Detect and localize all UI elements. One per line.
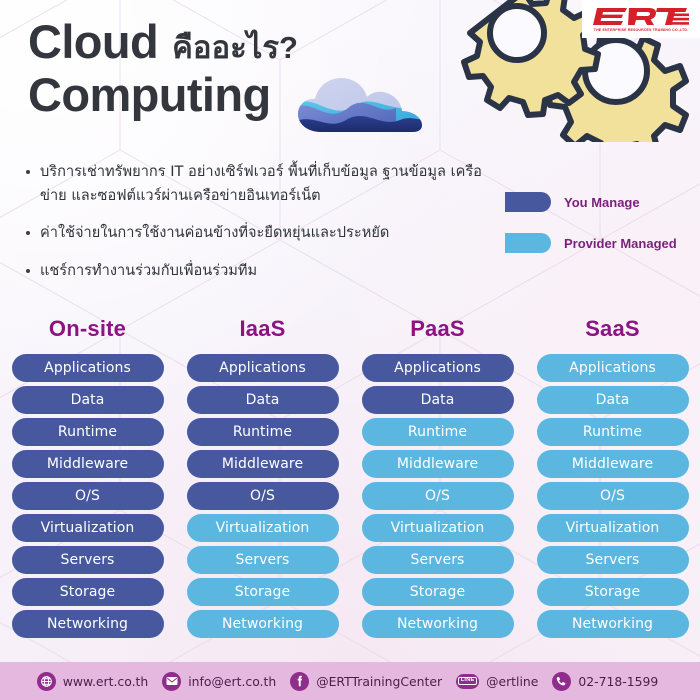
legend: You Manage Provider Managed [505, 192, 695, 274]
layer-pill-networking: Networking [361, 610, 514, 638]
layer-pill-servers: Servers [361, 546, 514, 574]
footer-facebook-text: @ERTTrainingCenter [316, 673, 443, 689]
footer-phone-text: 02-718-1599 [578, 673, 659, 689]
bullet-text: แชร์การทำงานร่วมกับเพื่อนร่วมทีม [40, 261, 258, 279]
bullet-dot-icon [26, 170, 30, 174]
layer-pill-storage: Storage [361, 578, 514, 606]
layer-pill-middleware: Middleware [11, 450, 164, 478]
ert-wordmark-icon [593, 8, 689, 25]
layer-pill-o-s: O/S [11, 482, 164, 510]
footer-item-line[interactable]: LINE @ertline [456, 673, 543, 689]
legend-item-provider-managed: Provider Managed [505, 233, 695, 253]
bullet-text: บริการเช่าทรัพยากร IT อย่างเซิร์ฟเวอร์ พ… [40, 163, 482, 204]
layer-pill-servers: Servers [186, 546, 339, 574]
legend-swatch-you-manage [505, 192, 551, 212]
legend-item-you-manage: You Manage [505, 192, 695, 212]
title-thai-question: คืออะไร? [172, 30, 298, 65]
bullet-dot-icon [26, 231, 30, 236]
layer-stack: Applications Data Runtime Middleware O/S Virt… [361, 354, 514, 638]
column-title: On-site [48, 316, 127, 341]
layer-pill-data: Data [536, 386, 689, 414]
footer-item-facebook[interactable]: @ERTTrainingCenter [290, 671, 447, 691]
ert-logo: THE ENTERPRISE RESOURCES TRAINING CO.,LT… [582, 0, 700, 38]
bullet-list: บริการเช่าทรัพยากร IT อย่างเซิร์ฟเวอร์ พ… [22, 160, 482, 297]
legend-label-provider-managed: Provider Managed [564, 235, 677, 251]
envelope-icon [162, 671, 182, 691]
list-item: แชร์การทำงานร่วมกับเพื่อนร่วมทีม [22, 259, 482, 283]
legend-swatch-provider-managed [505, 233, 551, 253]
footer-item-email[interactable]: info@ert.co.th [162, 671, 281, 691]
list-item: ค่าใช้จ่ายในการใช้งานค่อนข้างที่จะยืดหยุ… [22, 221, 482, 245]
layer-stack: Applications Data Runtime Middleware O/S Virt… [186, 354, 339, 638]
layer-pill-applications: Applications [536, 354, 689, 382]
facebook-icon [290, 671, 310, 691]
layer-pill-virtualization: Virtualization [536, 514, 689, 542]
layer-pill-applications: Applications [361, 354, 514, 382]
layer-pill-virtualization: Virtualization [361, 514, 514, 542]
layer-pill-runtime: Runtime [11, 418, 164, 446]
globe-icon [36, 671, 56, 691]
layer-pill-storage: Storage [536, 578, 689, 606]
layer-pill-o-s: O/S [536, 482, 689, 510]
layer-pill-virtualization: Virtualization [186, 514, 339, 542]
cloud-waves-icon [298, 78, 422, 132]
list-item: บริการเช่าทรัพยากร IT อย่างเซิร์ฟเวอร์ พ… [22, 160, 482, 207]
layer-pill-o-s: O/S [361, 482, 514, 510]
legend-label-you-manage: You Manage [564, 194, 640, 210]
layer-pill-data: Data [361, 386, 514, 414]
stack-column-paas: PaaS Applications Data Runtime Middleware O/S… [350, 316, 525, 656]
layer-pill-storage: Storage [186, 578, 339, 606]
service-model-comparison: On-site Applications Data Runtime Middleware… [0, 316, 700, 656]
layer-pill-servers: Servers [536, 546, 689, 574]
layer-stack: Applications Data Runtime Middleware O/S Virt… [536, 354, 689, 638]
layer-pill-middleware: Middleware [186, 450, 339, 478]
layer-pill-storage: Storage [11, 578, 164, 606]
layer-pill-middleware: Middleware [361, 450, 514, 478]
footer-item-phone[interactable]: 02-718-1599 [552, 671, 663, 691]
header: Cloud คืออะไร? Computing THE ENTERPRISE … [0, 0, 700, 152]
title-cloud: Cloud [28, 15, 159, 68]
layer-pill-runtime: Runtime [361, 418, 514, 446]
layer-pill-runtime: Runtime [186, 418, 339, 446]
layer-pill-middleware: Middleware [536, 450, 689, 478]
footer-email-text: info@ert.co.th [188, 673, 277, 689]
layer-pill-networking: Networking [536, 610, 689, 638]
layer-pill-data: Data [186, 386, 339, 414]
layer-pill-virtualization: Virtualization [11, 514, 164, 542]
bullet-dot-icon [26, 268, 30, 273]
footer-line-text: @ertline [486, 673, 539, 689]
contact-footer: www.ert.co.th info@ert.co.th @ERTTrainin… [0, 662, 700, 700]
bullet-text: ค่าใช้จ่ายในการใช้งานค่อนข้างที่จะยืดหยุ… [40, 224, 390, 242]
stack-column-saas: SaaS Applications Data Runtime Middleware O/S… [525, 316, 700, 656]
footer-item-website[interactable]: www.ert.co.th [36, 671, 154, 691]
stack-column-on-site: On-site Applications Data Runtime Middleware… [0, 316, 175, 656]
column-title: IaaS [239, 316, 286, 341]
title-line-1: Cloud คืออะไร? [28, 15, 488, 69]
layer-stack: Applications Data Runtime Middleware O/S Virt… [11, 354, 164, 638]
line-icon: LINE [456, 673, 480, 689]
layer-pill-servers: Servers [11, 546, 164, 574]
layer-pill-applications: Applications [11, 354, 164, 382]
line-badge-text: LINE [458, 676, 477, 686]
phone-icon [552, 671, 572, 691]
layer-pill-networking: Networking [186, 610, 339, 638]
stack-column-iaas: IaaS Applications Data Runtime Middleware O/S… [175, 316, 350, 656]
layer-pill-networking: Networking [11, 610, 164, 638]
layer-pill-applications: Applications [186, 354, 339, 382]
title-computing: Computing [28, 67, 271, 121]
layer-pill-data: Data [11, 386, 164, 414]
ert-tagline: THE ENTERPRISE RESOURCES TRAINING CO.,LT… [593, 28, 689, 32]
column-title: SaaS [585, 316, 640, 341]
footer-website-text: www.ert.co.th [62, 673, 149, 689]
gear-small-icon [461, 0, 601, 118]
layer-pill-runtime: Runtime [536, 418, 689, 446]
column-title: PaaS [410, 316, 465, 341]
layer-pill-o-s: O/S [186, 482, 339, 510]
